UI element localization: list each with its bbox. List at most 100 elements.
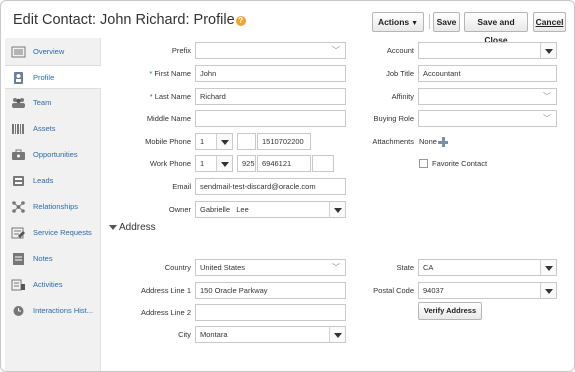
favorite-contact-checkbox[interactable] [419,159,428,168]
last-name-label: * Last Name [121,92,191,101]
opportunities-icon [12,149,25,160]
mobile-number-field[interactable]: 1510702200 [257,133,311,150]
work-phone-label: Work Phone [149,159,191,168]
state-select[interactable]: CA [418,259,557,276]
affinity-label: Affinity [391,92,414,101]
work-country-code-value: 1 [200,159,205,168]
postal-code-value: 94037 [423,286,444,295]
prefix-select[interactable]: ﹀ [195,42,346,59]
cancel-label: Cancel [535,17,564,27]
address-line2-field[interactable] [195,304,346,321]
city-value: Montara [200,330,228,339]
sidebar-item-label: Overview [33,47,65,56]
last-name-label-text: Last Name [154,92,191,101]
email-label: Email [172,182,191,191]
cancel-button[interactable]: Cancel [533,12,566,32]
help-icon[interactable]: ? [235,16,246,26]
profile-icon [14,72,23,84]
dropdown-arrow-icon [216,156,232,171]
work-area-code-field[interactable]: 925 [237,155,256,172]
last-name-field[interactable]: Richard [195,88,346,105]
service-requests-icon [11,227,25,239]
sidebar-item-label: Assets [33,124,56,133]
overview-icon [11,46,26,58]
address-line1-field[interactable]: 150 Oracle Parkway [195,282,346,299]
buying-role-select[interactable]: ﹀ [418,110,557,127]
attachments-value: None [419,137,437,146]
chevron-down-icon: ﹀ [543,114,551,123]
work-country-code-select[interactable]: 1 [195,155,233,172]
country-select[interactable]: United States ﹀ [195,259,346,276]
city-select[interactable]: Montara [195,326,346,343]
job-title-field[interactable]: Accountant [418,65,557,82]
owner-select[interactable]: Gabrielle Lee [195,201,346,218]
chevron-down-icon: ﹀ [332,263,340,272]
interactions-icon [13,306,24,316]
dropdown-arrow-icon [329,202,345,217]
address-line1-label: Address Line 1 [140,286,191,295]
middle-name-field[interactable] [195,110,346,127]
save-button[interactable]: Save [433,12,460,32]
sidebar-item-team[interactable]: Team [5,91,101,115]
country-value: United States [200,263,246,272]
mobile-country-code-select[interactable]: 1 [195,133,233,150]
sidebar-item-interactions-history[interactable]: Interactions Hist... [5,299,101,323]
chevron-down-icon: ﹀ [332,46,340,55]
mobile-phone-label: Mobile Phone [145,137,191,146]
sidebar-item-label: Relationships [33,202,79,211]
job-title-label: Job Title [386,69,414,78]
sidebar-item-label: Service Requests [33,228,92,237]
first-name-label-text: First Name [154,69,191,78]
sidebar-item-assets[interactable]: Assets [5,117,101,141]
work-number-field[interactable]: 6946121 [257,155,311,172]
state-label: State [396,263,414,272]
dropdown-arrow-icon [216,134,232,149]
chevron-down-icon: ﹀ [543,92,551,101]
mobile-area-code-field[interactable] [237,133,256,150]
title-page-name: Profile [193,12,235,28]
add-attachment-icon[interactable] [438,137,448,147]
address-section-title[interactable]: Address [119,222,156,233]
activities-icon [11,279,25,291]
work-extension-field[interactable] [312,155,334,172]
middle-name-label: Middle Name [146,114,191,123]
affinity-select[interactable]: ﹀ [418,88,557,105]
assets-icon [12,124,24,134]
first-name-field[interactable]: John [195,65,346,82]
sidebar-item-overview[interactable]: Overview [5,40,101,64]
account-label: Account [386,46,414,55]
sidebar-item-profile[interactable]: Profile [5,65,101,89]
actions-label: Actions [377,17,410,27]
actions-button[interactable]: Actions ▼ [372,12,424,32]
address-line2-label: Address Line 2 [140,308,191,317]
email-field[interactable]: sendmail-test-discard@oracle.com [195,178,346,195]
sidebar-item-opportunities[interactable]: Opportunities [5,143,101,167]
mobile-country-code-value: 1 [200,137,205,146]
first-name-label: * First Name [121,69,191,78]
relationships-icon [12,201,25,213]
sidebar-item-label: Team [33,98,52,107]
save-and-close-button[interactable]: Save and Close [464,12,528,45]
required-indicator: * [149,92,153,101]
account-select[interactable] [418,42,557,59]
city-label: City [178,330,191,339]
postal-code-label: Postal Code [373,286,414,295]
verify-address-button[interactable]: Verify Address [418,302,482,320]
title-prefix: Edit Contact: John Richard: [13,12,194,28]
sidebar-item-service-requests[interactable]: Service Requests [5,221,101,245]
sidebar-item-label: Profile [33,73,55,82]
sidebar-item-label: Interactions Hist... [33,306,94,315]
sidebar-item-relationships[interactable]: Relationships [5,195,101,219]
prefix-label: Prefix [171,46,191,55]
sidebar-item-notes[interactable]: Notes [5,247,101,271]
dropdown-arrow-icon [540,283,556,298]
leads-icon [13,176,24,186]
postal-code-select[interactable]: 94037 [418,282,557,299]
page-header: Edit Contact: John Richard: Profile? Act… [1,1,574,45]
collapse-triangle-icon[interactable] [109,225,117,230]
caret-down-icon: ▼ [411,20,419,27]
team-icon [12,98,25,108]
attachments-label: Attachments [372,137,414,146]
sidebar-item-activities[interactable]: Activities [5,273,101,297]
sidebar-item-leads[interactable]: Leads [5,169,101,193]
